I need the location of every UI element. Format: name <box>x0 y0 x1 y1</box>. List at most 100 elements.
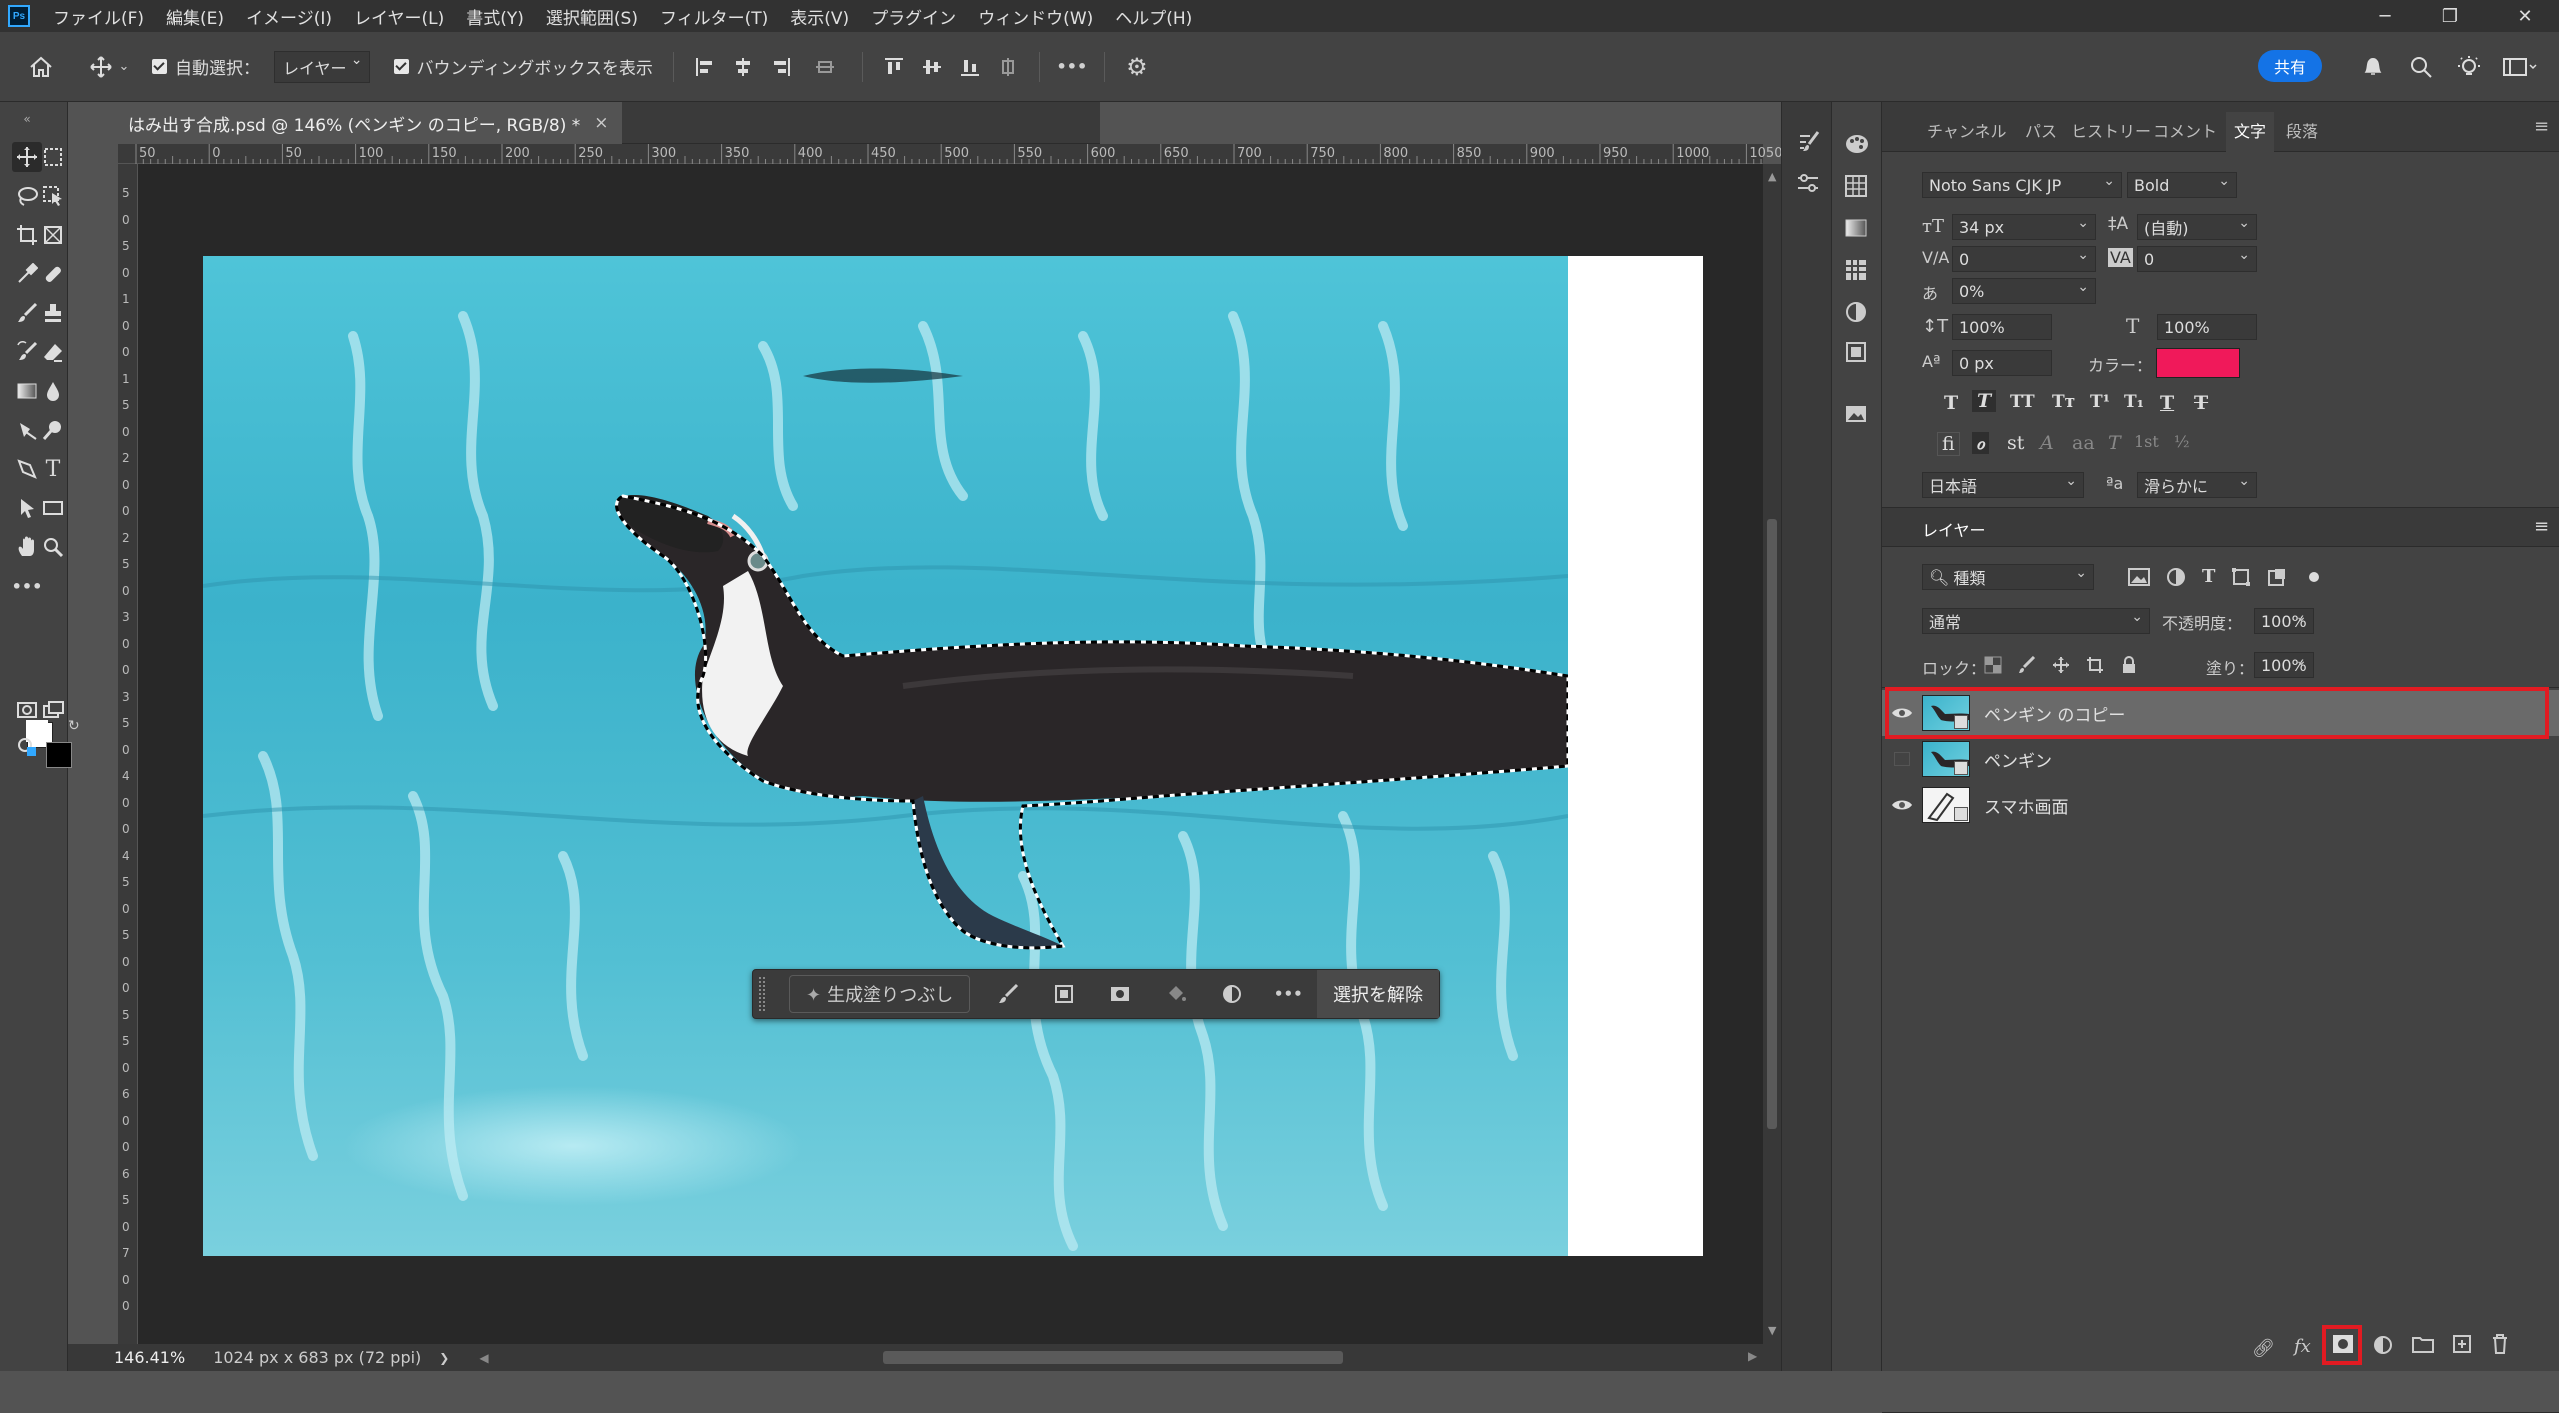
align-right-icon[interactable] <box>762 56 800 78</box>
auto-select-checkbox[interactable]: 自動選択： <box>152 54 260 79</box>
baseline-shift-field[interactable]: 0 px <box>1952 350 2052 376</box>
restore-button[interactable]: ❐ <box>2420 0 2480 32</box>
adjustments-icon[interactable] <box>1844 300 1868 329</box>
scroll-right-icon[interactable]: ▶ <box>1748 1349 1757 1363</box>
generative-fill-button[interactable]: ✦ 生成塗りつぶし <box>789 975 971 1013</box>
lock-pixels-icon[interactable] <box>2018 656 2036 674</box>
tsume-field[interactable]: 0% <box>1952 278 2096 304</box>
fill-bucket-icon[interactable] <box>1148 983 1204 1005</box>
healing-brush-tool-icon[interactable] <box>38 259 68 289</box>
new-adjustment-layer-icon[interactable] <box>2372 1334 2394 1361</box>
deselect-button[interactable]: 選択を解除 <box>1317 970 1439 1018</box>
sponge-tool-icon[interactable] <box>38 415 68 445</box>
kerning-field[interactable]: 0 <box>1952 246 2096 272</box>
image-panel-icon[interactable] <box>1844 402 1868 431</box>
check-icon[interactable] <box>152 59 167 74</box>
lightbulb-icon[interactable] <box>2454 52 2484 82</box>
vertical-scale-field[interactable]: 100% <box>1952 314 2052 340</box>
lock-all-icon[interactable] <box>2120 656 2138 674</box>
tab-character[interactable]: 文字 <box>2226 112 2275 152</box>
horizontal-scale-field[interactable]: 100% <box>2157 314 2257 340</box>
drag-handle[interactable] <box>759 977 765 1011</box>
lock-artboard-icon[interactable] <box>2086 656 2104 674</box>
document-tab[interactable]: はみ出す合成.psd @ 146% (ペンギン のコピー, RGB/8) * × <box>68 102 623 144</box>
home-icon[interactable] <box>26 55 56 79</box>
layer-filter-dropdown[interactable]: 🔍︎ 種類 <box>1922 564 2094 590</box>
tab-comments[interactable]: コメント <box>2153 118 2217 142</box>
type-filter-icon[interactable]: T <box>2202 566 2215 587</box>
menu-image[interactable]: イメージ(I) <box>235 4 343 29</box>
zoom-level[interactable]: 146.41% <box>114 1348 185 1367</box>
underline-icon[interactable]: T <box>2160 392 2174 414</box>
brush-select-icon[interactable] <box>980 983 1036 1005</box>
ligatures-icon[interactable]: fi <box>1937 432 1960 456</box>
object-select-tool-icon[interactable] <box>38 181 68 211</box>
move-tool-icon[interactable] <box>86 55 116 79</box>
layers-panel-title[interactable]: レイヤー <box>1922 517 1986 541</box>
image-filter-icon[interactable] <box>2128 567 2150 587</box>
titling-alternates-icon[interactable]: aa <box>2072 432 2095 454</box>
rectangle-tool-icon[interactable] <box>38 493 68 523</box>
background-color-swatch[interactable] <box>46 742 72 768</box>
font-size-field[interactable]: 34 px <box>1952 214 2096 240</box>
screen-mode-icon[interactable] <box>38 695 68 725</box>
minimize-button[interactable]: ─ <box>2355 0 2415 32</box>
brush-settings-icon[interactable] <box>1796 130 1820 159</box>
panel-menu-icon[interactable]: ≡ <box>2534 116 2549 137</box>
menu-help[interactable]: ヘルプ(H) <box>1104 4 1203 29</box>
align-center-h-icon[interactable] <box>724 56 762 78</box>
menu-select[interactable]: 選択範囲(S) <box>535 4 649 29</box>
tracking-field[interactable]: 0 <box>2137 246 2257 272</box>
strikethrough-icon[interactable]: T <box>2194 392 2208 414</box>
font-style-dropdown[interactable]: Bold <box>2127 172 2237 198</box>
language-dropdown[interactable]: 日本語 <box>1922 472 2084 498</box>
font-family-dropdown[interactable]: Noto Sans CJK JP <box>1922 172 2122 198</box>
swap-colors-icon[interactable]: ↻ <box>68 718 80 734</box>
vertical-scrollbar[interactable]: ▲ ▼ <box>1763 164 1781 1344</box>
lock-position-icon[interactable] <box>2052 656 2070 674</box>
old-style-icon[interactable]: ℴ <box>1972 432 1989 454</box>
eye-icon[interactable] <box>1882 798 1922 812</box>
tab-paragraph[interactable]: 段落 <box>2286 118 2318 142</box>
libraries-icon[interactable] <box>1844 340 1868 369</box>
align-left-icon[interactable] <box>686 56 724 78</box>
marquee-tool-icon[interactable] <box>38 142 68 172</box>
new-group-icon[interactable] <box>2412 1335 2434 1358</box>
share-button[interactable]: 共有 <box>2258 50 2323 82</box>
frame-tool-icon[interactable] <box>38 220 68 250</box>
align-bottom-icon[interactable] <box>951 56 989 78</box>
faux-italic-icon[interactable]: T <box>1972 390 1997 412</box>
text-color-swatch[interactable] <box>2156 348 2240 378</box>
align-top-icon[interactable] <box>875 56 913 78</box>
all-caps-icon[interactable]: TT <box>2010 392 2035 412</box>
layer-name[interactable]: ペンギン <box>1984 747 2052 772</box>
fill-field[interactable]: 100% <box>2254 652 2314 678</box>
gear-icon[interactable]: ⚙ <box>1117 53 1157 81</box>
distribute-v-icon[interactable] <box>989 56 1027 78</box>
scroll-left-icon[interactable]: ◀ <box>479 1351 488 1365</box>
opacity-field[interactable]: 100% <box>2254 608 2314 634</box>
menu-type[interactable]: 書式(Y) <box>455 4 535 29</box>
chevron-down-icon[interactable]: ⌄ <box>116 59 132 74</box>
stylistic-alternates-icon[interactable]: A <box>2040 432 2054 454</box>
edit-toolbar-icon[interactable] <box>12 732 42 762</box>
mask-icon[interactable] <box>1092 983 1148 1005</box>
layer-style-fx-icon[interactable]: fx <box>2294 1336 2311 1357</box>
menu-file[interactable]: ファイル(F) <box>42 4 155 29</box>
layers-menu-icon[interactable]: ≡ <box>2534 516 2549 537</box>
auto-select-target-dropdown[interactable]: レイヤー <box>274 50 370 83</box>
scroll-up-icon[interactable]: ▲ <box>1768 170 1776 183</box>
properties-icon[interactable] <box>1796 172 1820 201</box>
layer-row-smartphone[interactable]: スマホ画面 <box>1882 782 2559 828</box>
lock-transparency-icon[interactable] <box>1984 656 2002 674</box>
small-caps-icon[interactable]: Tт <box>2052 392 2075 412</box>
layer-row-penguin[interactable]: ペンギン <box>1882 736 2559 782</box>
superscript-icon[interactable]: T¹ <box>2090 392 2110 412</box>
menu-edit[interactable]: 編集(E) <box>155 4 235 29</box>
canvas-area[interactable] <box>138 164 1763 1344</box>
bell-icon[interactable] <box>2358 52 2388 82</box>
distribute-h-icon[interactable] <box>800 56 850 78</box>
stamp-tool-icon[interactable] <box>38 298 68 328</box>
layer-name[interactable]: スマホ画面 <box>1984 793 2069 818</box>
adjustment-icon[interactable] <box>1204 983 1260 1005</box>
